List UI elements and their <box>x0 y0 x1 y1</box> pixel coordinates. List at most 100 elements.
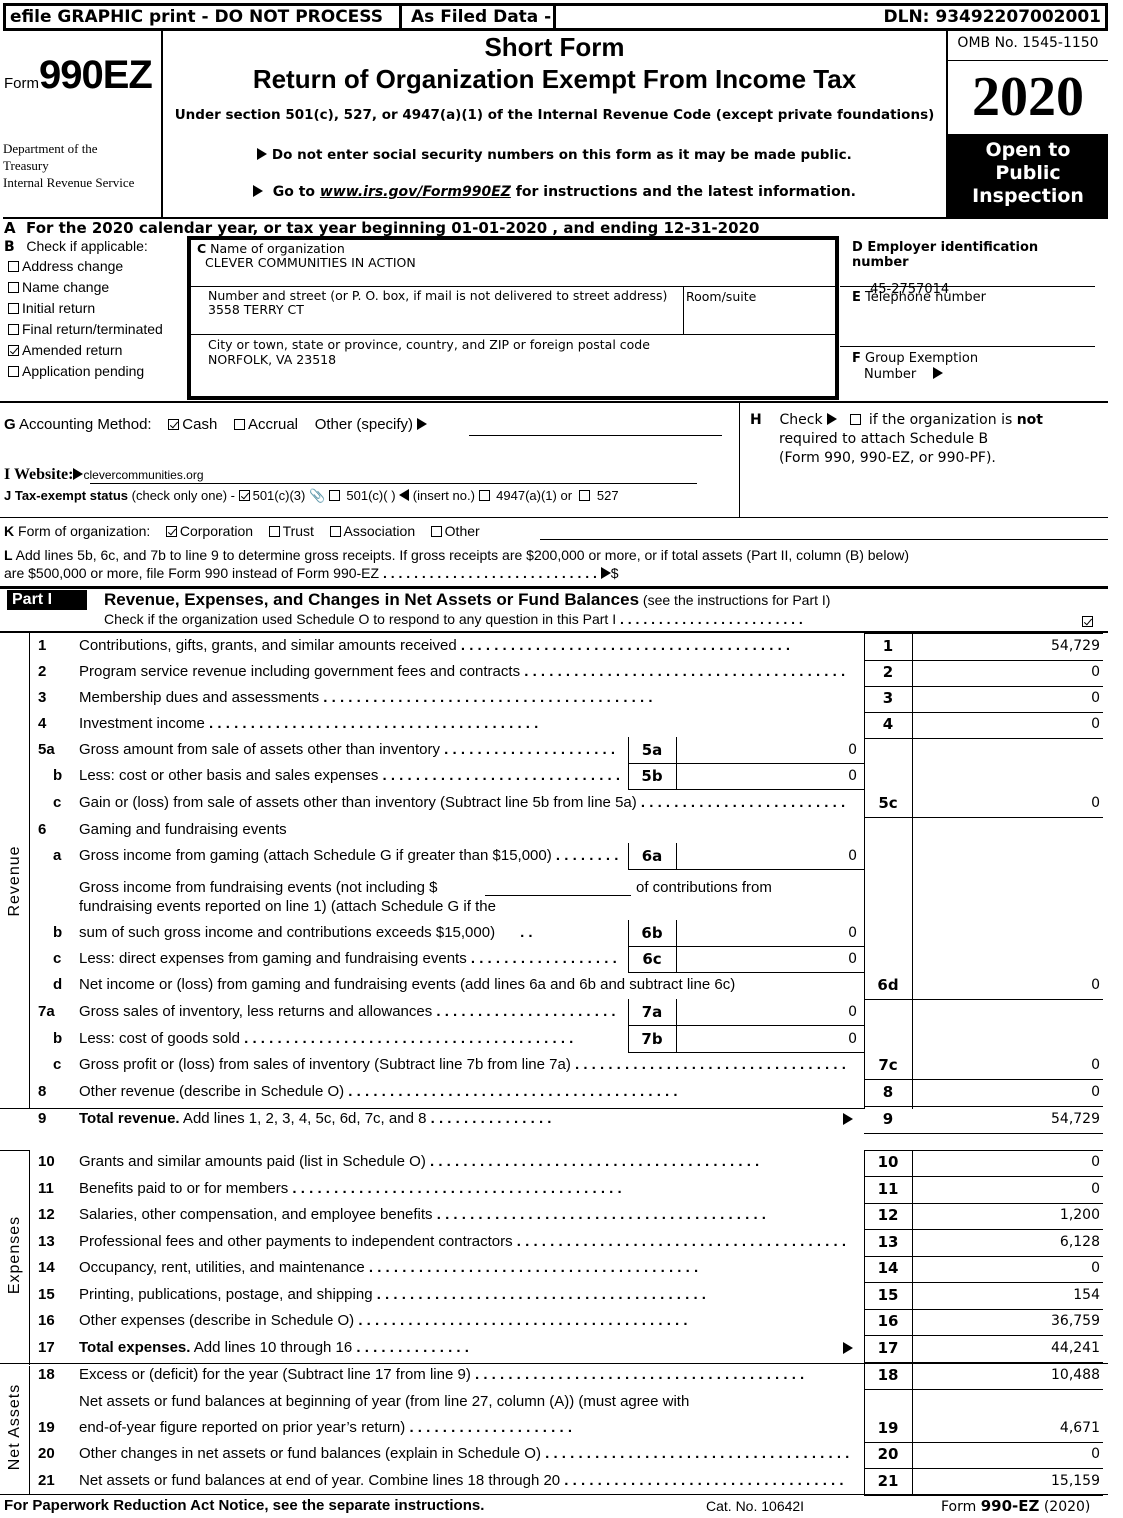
checkbox-checked-icon[interactable] <box>168 419 180 430</box>
checkbox-corporation[interactable]: Corporation <box>165 523 253 539</box>
line-amount[interactable]: 0 <box>915 1181 1100 1197</box>
line-amount[interactable]: 54,729 <box>915 1111 1100 1127</box>
checkbox-initial-return[interactable]: Initial return <box>8 300 184 321</box>
line-amount[interactable]: 1,200 <box>915 1207 1100 1223</box>
checkbox-amended-return[interactable]: Amended return <box>8 342 184 363</box>
checkbox-cash[interactable]: Cash <box>168 416 217 433</box>
checkbox-icon[interactable] <box>478 490 490 501</box>
line-amount[interactable]: 10,488 <box>915 1367 1100 1383</box>
street-field: Number and street (or P. O. box, if mail… <box>208 289 678 317</box>
line-amount[interactable]: 44,241 <box>915 1340 1100 1356</box>
line-amount[interactable]: 0 <box>680 951 857 967</box>
divider <box>628 869 864 870</box>
line-text: Less: direct expenses from gaming and fu… <box>79 950 617 967</box>
line-number: 7a <box>38 1003 55 1020</box>
line-amount[interactable]: 0 <box>680 1031 857 1047</box>
checkbox-icon[interactable] <box>579 490 591 501</box>
year-block: OMB No. 1545-1150 2020 Open to Public In… <box>948 31 1108 219</box>
divider <box>0 1363 1108 1364</box>
line-amount[interactable]: 54,729 <box>915 638 1100 654</box>
line-amount[interactable]: 0 <box>915 1057 1100 1073</box>
line-amount[interactable]: 0 <box>915 1260 1100 1276</box>
checkbox-trust[interactable]: Trust <box>268 523 314 539</box>
checkbox-icon[interactable] <box>430 526 442 537</box>
line-amount[interactable]: 154 <box>915 1287 1100 1303</box>
checkbox-name-change[interactable]: Name change <box>8 279 184 300</box>
checkbox-address-change[interactable]: Address change <box>8 258 184 279</box>
line-amount[interactable]: 0 <box>680 848 857 864</box>
line-text: Membership dues and assessments . . . . … <box>79 689 653 706</box>
line-box-label: 2 <box>882 663 894 681</box>
website-value[interactable]: clevercommunities.org <box>83 468 203 482</box>
line-box-label: 3 <box>882 689 894 707</box>
city-field: City or town, state or province, country… <box>208 337 650 367</box>
line-amount[interactable]: 0 <box>915 977 1100 993</box>
line-number: 18 <box>38 1366 55 1383</box>
line-amount[interactable]: 4,671 <box>915 1420 1100 1436</box>
line-box-label: 6d <box>877 976 899 994</box>
checkbox-accrual[interactable]: Accrual <box>233 416 298 433</box>
ssn-notice: Do not enter social security numbers on … <box>163 147 946 163</box>
checkbox-icon[interactable] <box>8 261 19 272</box>
line-amount[interactable]: 0 <box>915 716 1100 732</box>
line-number: 1 <box>38 637 47 654</box>
checkbox-527[interactable]: 527 <box>579 488 619 503</box>
line-number: d <box>53 976 63 993</box>
checkbox-checked-icon[interactable] <box>165 526 177 537</box>
checkbox-icon[interactable] <box>329 526 341 537</box>
line-amount[interactable]: 0 <box>680 1004 857 1020</box>
schedule-b-checkbox[interactable] <box>850 414 862 425</box>
arrow-right-icon <box>843 1342 853 1354</box>
divider <box>29 1366 30 1495</box>
checkbox-4947[interactable]: 4947(a)(1) or <box>478 488 572 503</box>
checkbox-icon[interactable] <box>8 366 19 377</box>
line-text-part: Less: cost or other basis and sales expe… <box>79 767 379 784</box>
line-amount[interactable]: 6,128 <box>915 1234 1100 1250</box>
line-amount[interactable]: 15,159 <box>915 1473 1100 1489</box>
line-amount[interactable]: 36,759 <box>915 1313 1100 1329</box>
line-text-part: Grants and similar amounts paid (list in… <box>79 1153 426 1170</box>
checkbox-association[interactable]: Association <box>329 523 415 539</box>
checkbox-icon[interactable] <box>268 526 280 537</box>
checkbox-501c[interactable]: 501(c)( ) <box>328 488 396 503</box>
line-amount[interactable]: 0 <box>915 1084 1100 1100</box>
line-text: Gross sales of inventory, less returns a… <box>79 1003 616 1020</box>
line-text-bold: Total expenses. <box>79 1339 191 1356</box>
accounting-other-input[interactable] <box>469 418 722 436</box>
checkbox-other[interactable]: Other <box>430 523 480 539</box>
line-amount[interactable]: 0 <box>915 664 1100 680</box>
divider <box>29 1150 30 1365</box>
line-amount[interactable]: 0 <box>915 690 1100 706</box>
checkbox-icon[interactable] <box>8 282 19 293</box>
arrow-left-icon <box>399 489 410 501</box>
checkbox-icon[interactable] <box>328 490 340 501</box>
form-id-block: Form990EZ Department of the Treasury Int… <box>3 31 161 219</box>
line-text-part: Benefits paid to or for members <box>79 1180 289 1197</box>
line-text: Gross income from fundraising events (no… <box>79 879 438 896</box>
line-text: Net assets or fund balances at beginning… <box>79 1393 690 1410</box>
checkbox-application-pending[interactable]: Application pending <box>8 363 184 384</box>
arrow-right-icon <box>827 413 838 425</box>
checkbox-501c3[interactable]: 501(c)(3) <box>238 488 305 503</box>
irs-link[interactable]: www.irs.gov/Form990EZ <box>320 184 511 200</box>
attachment-icon[interactable]: 📎 <box>309 488 325 503</box>
checkbox-checked-icon[interactable] <box>8 345 19 356</box>
divider <box>864 1442 1103 1443</box>
line-box-label: 15 <box>877 1286 899 1304</box>
line-amount[interactable]: 0 <box>915 1446 1100 1462</box>
line-amount[interactable]: 0 <box>680 742 857 758</box>
line-amount[interactable]: 0 <box>680 768 857 784</box>
schedule-o-checkbox[interactable] <box>1082 616 1093 627</box>
line-amount[interactable]: 0 <box>915 1154 1100 1170</box>
checkbox-final-return[interactable]: Final return/terminated <box>8 321 184 342</box>
part-1-title: Revenue, Expenses, and Changes in Net As… <box>104 590 831 609</box>
line-text-part: Professional fees and other payments to … <box>79 1233 513 1250</box>
checkbox-icon[interactable] <box>233 419 245 430</box>
line-amount[interactable]: 0 <box>680 925 857 941</box>
checkbox-icon[interactable] <box>8 324 19 335</box>
checkbox-icon[interactable] <box>8 303 19 314</box>
fundraising-excluded-input[interactable] <box>485 895 631 896</box>
checkbox-checked-icon[interactable] <box>238 490 250 501</box>
line-amount[interactable]: 0 <box>915 795 1100 811</box>
arrow-right-icon <box>600 567 611 579</box>
